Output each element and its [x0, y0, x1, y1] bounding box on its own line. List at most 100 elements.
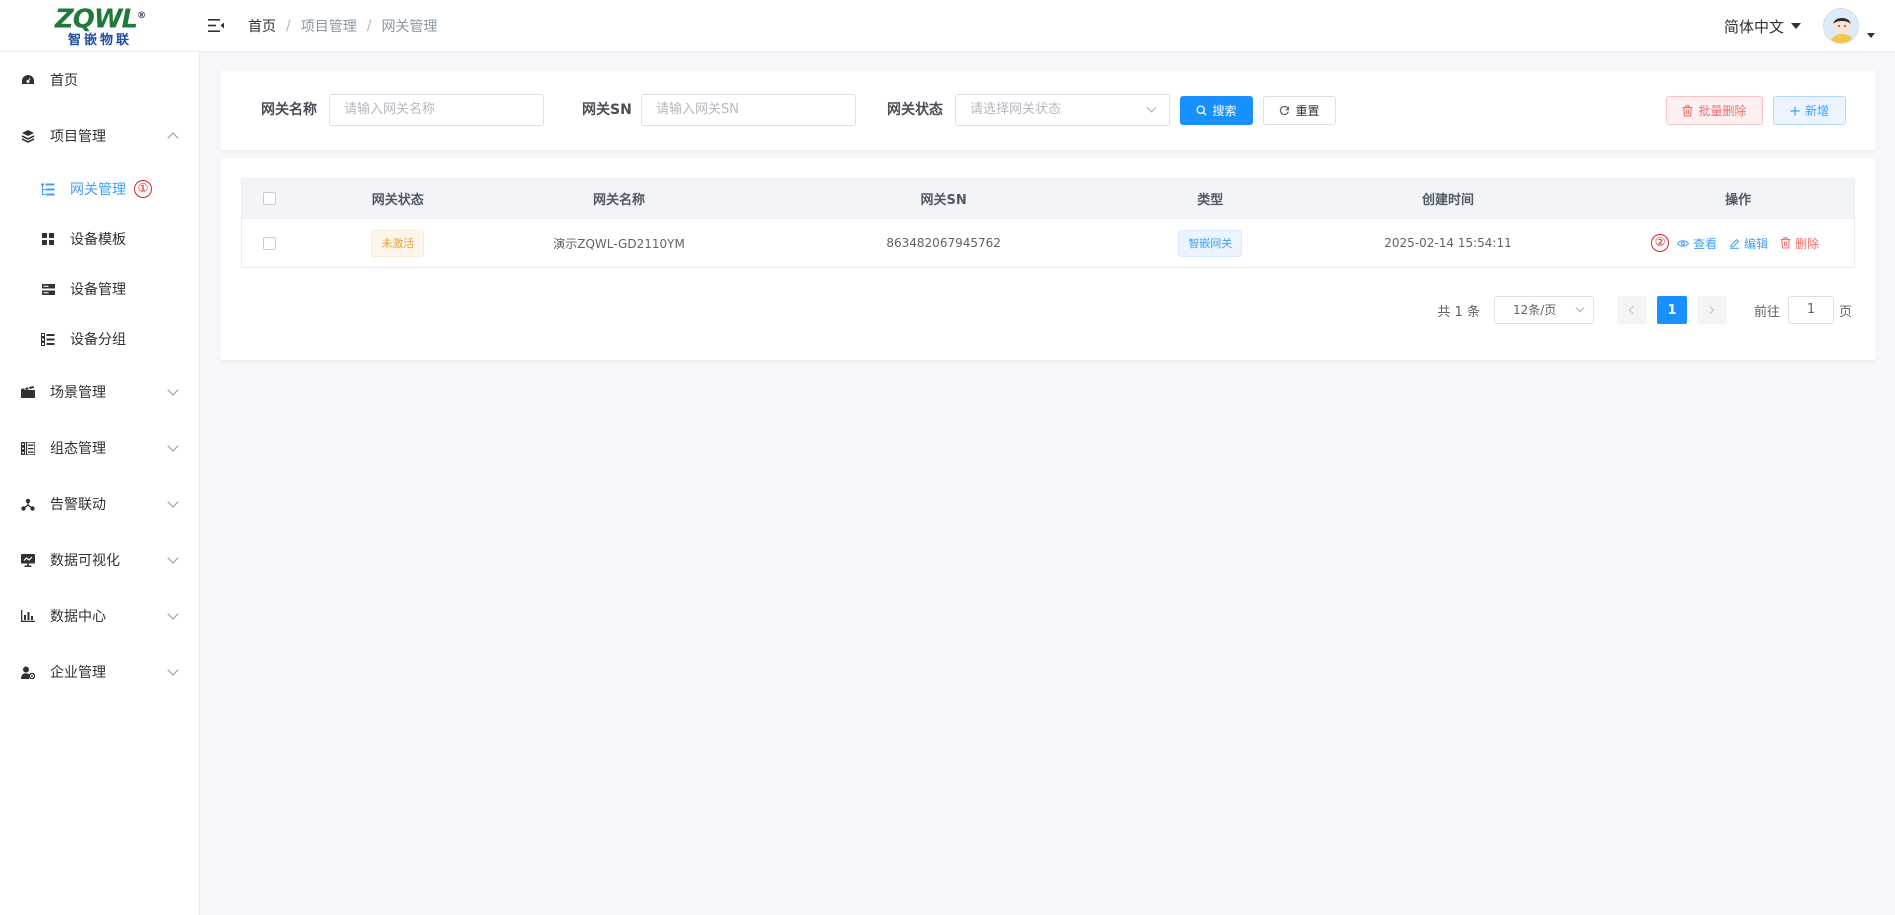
view-link-label: 查看 — [1693, 236, 1718, 251]
column-header-type: 类型 — [1197, 193, 1224, 208]
plus-icon — [1790, 106, 1800, 115]
goto-label: 前往 — [1753, 304, 1780, 320]
edit-icon — [1730, 238, 1740, 249]
sidebar-item-home[interactable]: 首页 — [0, 52, 199, 108]
collapse-sidebar-icon[interactable] — [206, 16, 226, 36]
dashboard-icon — [20, 72, 36, 88]
annotation-marker-2: ② — [1651, 234, 1670, 252]
reset-button-label: 重置 — [1295, 104, 1320, 118]
chevron-up-icon — [167, 132, 179, 144]
chevron-down-icon — [167, 496, 179, 508]
bar-chart-icon — [20, 608, 36, 624]
nodes-icon — [20, 496, 36, 512]
chevron-left-icon — [1629, 305, 1638, 315]
gateway-table: 网关状态 网关名称 网关SN 类型 创建时间 操作 未激活 演示ZQWL-GD2… — [241, 178, 1855, 268]
next-page-button[interactable] — [1696, 296, 1727, 324]
reset-button[interactable]: 重置 — [1263, 96, 1336, 125]
gateway-status-placeholder: 请选择网关状态 — [970, 102, 1062, 117]
server-icon — [40, 281, 56, 297]
breadcrumb-separator: / — [366, 17, 372, 34]
sidebar-item-enterprise[interactable]: 企业管理 — [0, 644, 199, 700]
page-jumper: 前往 1 页 — [1754, 296, 1852, 324]
sidebar-item-project[interactable]: 项目管理 — [0, 108, 199, 164]
edit-link-label: 编辑 — [1744, 236, 1769, 251]
layers-icon — [20, 128, 36, 144]
page-number-1[interactable]: 1 — [1656, 296, 1687, 324]
pagination-total: 共 1 条 — [1437, 304, 1480, 320]
table-row: 未激活 演示ZQWL-GD2110YM 863482067945762 智嵌网关… — [242, 219, 1854, 267]
delete-link-label: 删除 — [1795, 236, 1820, 251]
sidebar-subitem-device-group[interactable]: 设备分组 — [0, 314, 199, 364]
add-button[interactable]: 新增 — [1773, 96, 1846, 125]
search-panel: 网关名称 请输入网关名称 网关SN 请输入网关SN 网关状态 请选择网关状态 搜… — [220, 70, 1876, 150]
config-icon — [20, 440, 36, 456]
table-header: 网关状态 网关名称 网关SN 类型 创建时间 操作 — [242, 179, 1854, 219]
page-size-select[interactable]: 12条/页 — [1493, 296, 1594, 324]
delete-link[interactable]: 删除 — [1780, 235, 1819, 252]
sidebar-item-alarm[interactable]: 告警联动 — [0, 476, 199, 532]
sidebar-item-label: 首页 — [50, 73, 78, 89]
status-badge: 未激活 — [371, 229, 425, 257]
sidebar-item-visualization[interactable]: 数据可视化 — [0, 532, 199, 588]
sidebar-item-label: 项目管理 — [50, 129, 106, 145]
grid-icon — [40, 231, 56, 247]
sidebar-item-data-center[interactable]: 数据中心 — [0, 588, 199, 644]
chevron-down-icon — [1575, 303, 1585, 313]
logo-text: ZQWL — [54, 4, 138, 35]
page-size-value: 12条/页 — [1512, 303, 1557, 317]
prev-page-button[interactable] — [1616, 296, 1647, 324]
batch-delete-label: 批量删除 — [1698, 104, 1747, 118]
group-icon — [40, 331, 56, 347]
sidebar-item-label: 告警联动 — [50, 497, 106, 513]
sidebar-subitem-device-manage[interactable]: 设备管理 — [0, 264, 199, 314]
sidebar-item-label: 场景管理 — [50, 385, 106, 401]
trash-icon — [1682, 104, 1693, 117]
avatar[interactable] — [1823, 8, 1859, 44]
gateway-name-label: 网关名称 — [261, 102, 317, 118]
sidebar-subitem-label: 设备分组 — [70, 332, 126, 348]
breadcrumb-project: 项目管理 — [300, 18, 357, 35]
search-button[interactable]: 搜索 — [1180, 96, 1253, 125]
gateway-name-input[interactable]: 请输入网关名称 — [329, 94, 544, 126]
chevron-down-icon — [167, 552, 179, 564]
gateway-sn-label: 网关SN — [582, 102, 632, 118]
sidebar-subitem-label: 网关管理 — [70, 182, 126, 198]
select-all-checkbox[interactable] — [263, 192, 277, 205]
batch-delete-button[interactable]: 批量删除 — [1666, 96, 1763, 125]
breadcrumb-home[interactable]: 首页 — [248, 16, 276, 36]
sidebar-subitem-label: 设备模板 — [70, 232, 126, 248]
page-suffix: 页 — [1838, 304, 1852, 320]
registered-mark: ® — [137, 11, 146, 22]
goto-page-input[interactable]: 1 — [1787, 296, 1834, 324]
column-header-sn: 网关SN — [920, 193, 967, 208]
gateway-sn-input[interactable]: 请输入网关SN — [641, 94, 856, 126]
type-badge: 智嵌网关 — [1178, 229, 1243, 257]
list-tree-icon — [40, 181, 56, 197]
edit-link[interactable]: 编辑 — [1729, 235, 1768, 252]
avatar-caret-icon[interactable] — [1867, 32, 1875, 38]
breadcrumb: 首页 / 项目管理 / 网关管理 — [248, 16, 437, 36]
sidebar-item-config[interactable]: 组态管理 — [0, 420, 199, 476]
column-header-status: 网关状态 — [371, 193, 424, 208]
pagination: 共 1 条 12条/页 1 前往 1 页 — [1437, 296, 1852, 324]
sidebar-subitem-gateway[interactable]: 网关管理 ① — [0, 164, 199, 214]
logo[interactable]: ZQWL® 智嵌物联 — [0, 0, 200, 52]
top-header: ZQWL® 智嵌物联 首页 / 项目管理 / 网关管理 简体中文 — [0, 0, 1895, 52]
logo-subtitle: 智嵌物联 — [67, 32, 132, 48]
sidebar-item-label: 企业管理 — [50, 665, 106, 681]
created-time-cell: 2025-02-14 15:54:11 — [1384, 236, 1512, 250]
gateway-sn-cell: 863482067945762 — [886, 236, 1001, 250]
language-select[interactable]: 简体中文 — [1724, 16, 1801, 37]
sidebar-item-scene[interactable]: 场景管理 — [0, 364, 199, 420]
gateway-status-select[interactable]: 请选择网关状态 — [955, 94, 1170, 126]
sidebar-subitem-device-template[interactable]: 设备模板 — [0, 214, 199, 264]
clapper-icon — [20, 384, 36, 400]
sidebar: 首页 项目管理 网关管理 ① 设备模板 设备管理 设备分组 场景管理 组态管理 … — [0, 52, 200, 915]
sidebar-item-label: 数据中心 — [50, 609, 106, 625]
chevron-right-icon — [1706, 305, 1715, 315]
row-checkbox[interactable] — [263, 236, 277, 250]
chevron-down-icon — [167, 608, 179, 620]
view-link[interactable]: 查看 — [1677, 235, 1717, 252]
gateway-status-label: 网关状态 — [887, 102, 943, 118]
chevron-down-icon — [167, 440, 179, 452]
